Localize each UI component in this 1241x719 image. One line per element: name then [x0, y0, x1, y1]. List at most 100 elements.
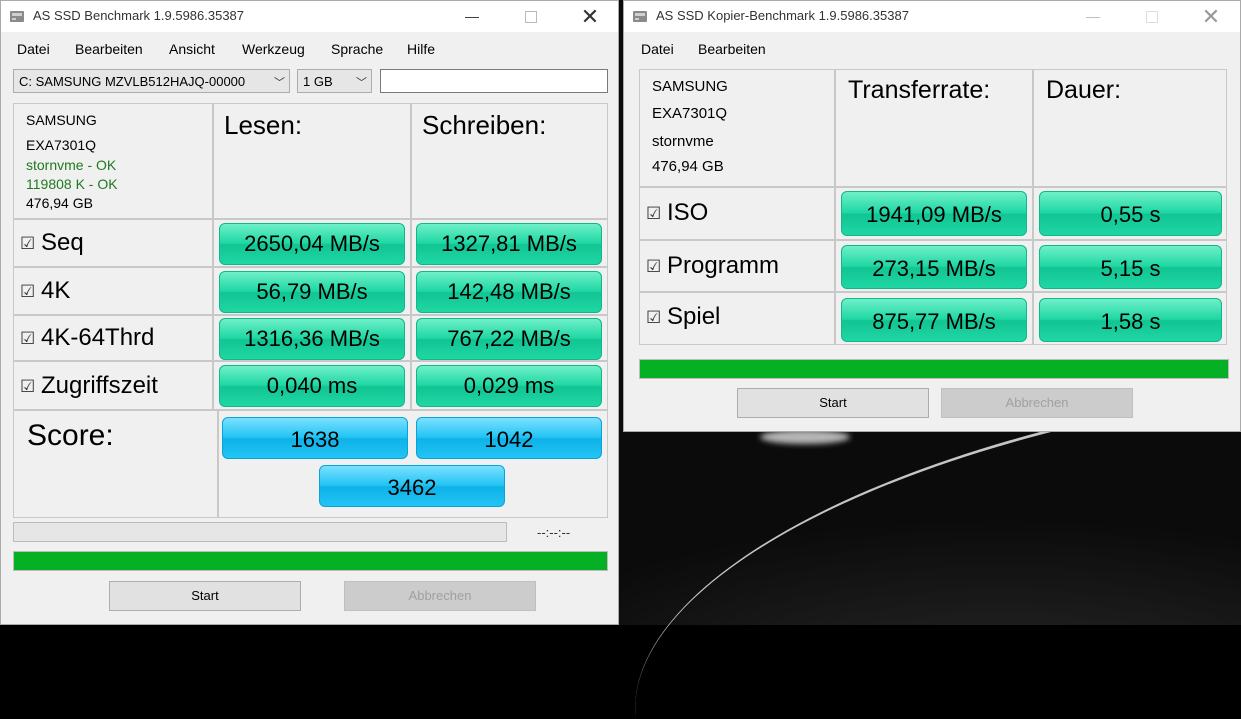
drive-capacity: 476,94 GB [652, 158, 724, 175]
title-bar[interactable]: AS SSD Benchmark 1.9.5986.35387 — ✕ [1, 1, 618, 32]
menu-hilfe[interactable]: Hilfe [407, 41, 435, 57]
row-label-text: 4K [41, 277, 71, 304]
programm-duration-result: 5,15 s [1039, 245, 1222, 289]
score-label-cell: Score: [13, 410, 218, 518]
copy-progress-bar [639, 359, 1229, 379]
checkbox-checked-icon[interactable]: ☑ [20, 330, 35, 347]
task-progress-bar [13, 522, 507, 542]
path-textbox[interactable] [380, 69, 608, 93]
score-write: 1042 [416, 417, 602, 459]
checkbox-checked-icon[interactable]: ☑ [646, 205, 661, 222]
read-header: Lesen: [224, 110, 303, 140]
drive-capacity: 476,94 GB [26, 195, 93, 211]
checkbox-checked-icon[interactable]: ☑ [20, 378, 35, 395]
4k-read-result: 56,79 MB/s [219, 271, 405, 313]
row-label-zugriffszeit[interactable]: ☑ Zugriffszeit [20, 372, 158, 400]
app-icon [632, 8, 648, 24]
drive-firmware: EXA7301Q [652, 105, 728, 122]
duration-header-cell: Dauer: [1033, 69, 1227, 187]
minimize-button[interactable]: — [1070, 1, 1116, 32]
menu-werkzeug[interactable]: Werkzeug [242, 41, 305, 57]
score-total: 3462 [319, 465, 505, 507]
cancel-button[interactable]: Abbrechen [941, 388, 1133, 418]
total-progress-bar [13, 551, 608, 571]
row-label-cell: ☑ 4K-64Thrd [13, 315, 213, 361]
row-label-4k[interactable]: ☑ 4K [20, 277, 70, 305]
row-label-cell: ☑ Seq [13, 219, 213, 267]
drive-firmware: EXA7301Q [26, 137, 97, 153]
progress-fill [14, 552, 607, 570]
iso-rate-result: 1941,09 MB/s [841, 191, 1027, 236]
close-button[interactable]: ✕ [1188, 1, 1234, 32]
chevron-down-icon: ﹀ [356, 77, 367, 89]
row-label-cell: ☑ 4K [13, 267, 213, 315]
row-label-text: Seq [41, 229, 84, 256]
drive-driver-status: stornvme - OK [26, 157, 117, 173]
seq-read-result: 2650,04 MB/s [219, 223, 405, 265]
4k64-write-result: 767,22 MB/s [416, 318, 602, 360]
size-select[interactable]: 1 GB ﹀ [297, 69, 372, 93]
row-label-seq[interactable]: ☑ Seq [20, 229, 84, 257]
menu-bearbeiten[interactable]: Bearbeiten [75, 41, 143, 57]
copy-benchmark-window: AS SSD Kopier-Benchmark 1.9.5986.35387 —… [623, 0, 1241, 432]
drive-driver: stornvme [652, 133, 714, 150]
chevron-down-icon: ﹀ [274, 77, 285, 89]
progress-fill [640, 360, 1228, 378]
score-read: 1638 [222, 417, 408, 459]
minimize-button[interactable]: — [449, 1, 495, 32]
menu-ansicht[interactable]: Ansicht [169, 41, 215, 57]
maximize-button[interactable] [508, 1, 554, 32]
row-label-iso[interactable]: ☑ ISO [646, 199, 708, 227]
score-label: Score: [27, 419, 114, 452]
wallpaper-glow [760, 430, 850, 444]
start-button[interactable]: Start [109, 581, 301, 611]
menu-bar: Datei Bearbeiten [624, 38, 1240, 60]
4k64-read-result: 1316,36 MB/s [219, 318, 405, 360]
window-title: AS SSD Kopier-Benchmark 1.9.5986.35387 [656, 8, 909, 23]
iso-duration-result: 0,55 s [1039, 191, 1222, 236]
rate-header-cell: Transferrate: [835, 69, 1033, 187]
drive-select[interactable]: C: SAMSUNG MZVLB512HAJQ-00000 ﹀ [13, 69, 290, 93]
elapsed-time: --:--:-- [537, 525, 571, 540]
row-label-4k-64thrd[interactable]: ☑ 4K-64Thrd [20, 324, 154, 352]
row-label-spiel[interactable]: ☑ Spiel [646, 303, 720, 331]
drive-vendor: SAMSUNG [652, 78, 728, 95]
close-button[interactable]: ✕ [567, 1, 613, 32]
menu-datei[interactable]: Datei [17, 41, 50, 57]
maximize-button[interactable] [1129, 1, 1175, 32]
app-icon [9, 8, 25, 24]
row-label-cell: ☑ ISO [639, 187, 835, 240]
drive-select-value: C: SAMSUNG MZVLB512HAJQ-00000 [19, 74, 246, 89]
row-label-cell: ☑ Programm [639, 240, 835, 292]
duration-header: Dauer: [1046, 76, 1122, 104]
programm-rate-result: 273,15 MB/s [841, 245, 1027, 289]
read-header-cell: Lesen: [213, 103, 411, 219]
rate-header: Transferrate: [848, 76, 991, 104]
checkbox-checked-icon[interactable]: ☑ [646, 309, 661, 326]
menu-bar: Datei Bearbeiten Ansicht Werkzeug Sprach… [1, 38, 618, 60]
checkbox-checked-icon[interactable]: ☑ [20, 283, 35, 300]
write-header-cell: Schreiben: [411, 103, 608, 219]
maximize-icon [1146, 10, 1158, 23]
cancel-button[interactable]: Abbrechen [344, 581, 536, 611]
4k-write-result: 142,48 MB/s [416, 271, 602, 313]
spiel-rate-result: 875,77 MB/s [841, 298, 1027, 342]
menu-datei[interactable]: Datei [641, 41, 674, 57]
checkbox-checked-icon[interactable]: ☑ [20, 235, 35, 252]
title-bar[interactable]: AS SSD Kopier-Benchmark 1.9.5986.35387 —… [624, 1, 1240, 32]
access-write-result: 0,029 ms [416, 365, 602, 407]
menu-sprache[interactable]: Sprache [331, 41, 383, 57]
row-label-text: ISO [667, 199, 709, 226]
window-title: AS SSD Benchmark 1.9.5986.35387 [33, 8, 245, 23]
row-label-programm[interactable]: ☑ Programm [646, 252, 779, 280]
start-button[interactable]: Start [737, 388, 929, 418]
drive-alignment-status: 119808 K - OK [26, 176, 118, 192]
spiel-duration-result: 1,58 s [1039, 298, 1222, 342]
access-read-result: 0,040 ms [219, 365, 405, 407]
benchmark-window: AS SSD Benchmark 1.9.5986.35387 — ✕ Date… [0, 0, 619, 625]
row-label-text: Programm [667, 252, 780, 279]
menu-bearbeiten[interactable]: Bearbeiten [698, 41, 766, 57]
drive-vendor: SAMSUNG [26, 112, 97, 128]
write-header: Schreiben: [422, 110, 547, 140]
checkbox-checked-icon[interactable]: ☑ [646, 258, 661, 275]
